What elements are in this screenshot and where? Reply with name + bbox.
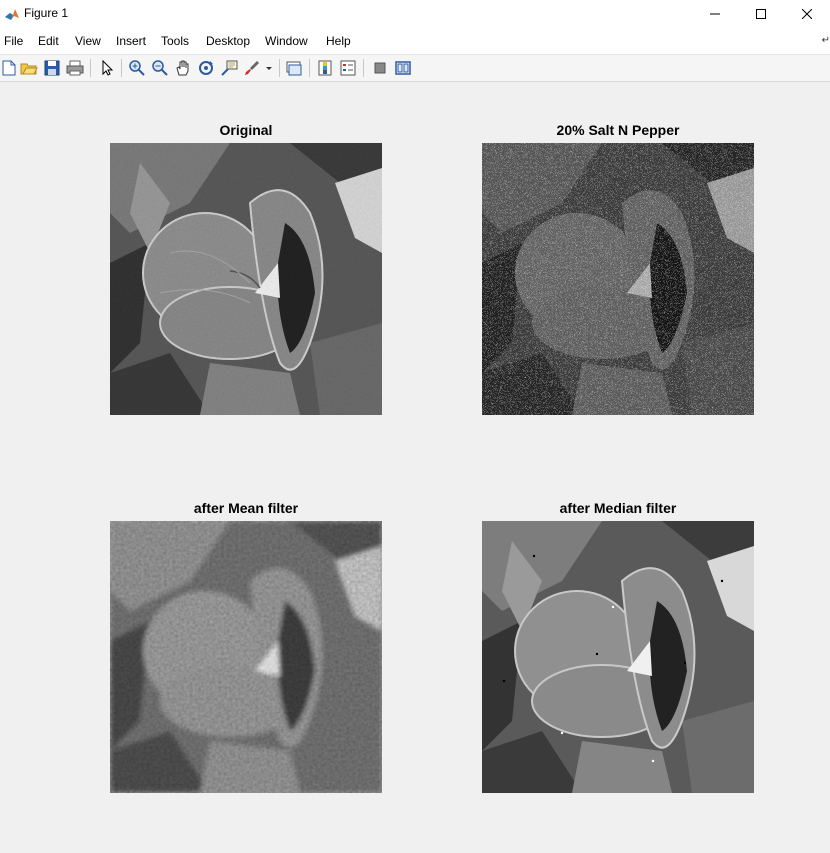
toolbar-separator [279,59,280,77]
save-icon[interactable] [43,59,61,77]
minimize-button[interactable] [692,0,738,28]
toolbar-separator [363,59,364,77]
menu-insert[interactable]: Insert [116,34,146,48]
window-title: Figure 1 [24,6,69,20]
image-original[interactable] [110,143,382,415]
subplot-title-original: Original [219,122,273,138]
image-salt-pepper[interactable] [482,143,754,415]
hide-plot-tools-icon[interactable] [371,59,389,77]
menu-window[interactable]: Window [265,34,308,48]
maximize-button[interactable] [738,0,784,28]
image-mean-filter[interactable] [110,521,382,793]
new-figure-icon[interactable] [0,59,18,77]
menu-file[interactable]: File [4,34,23,48]
image-median-filter[interactable] [482,521,754,793]
figure-canvas: Original 20% Salt N Pepper after Mean fi… [0,82,830,853]
print-icon[interactable] [66,59,84,77]
toolbar-separator [309,59,310,77]
zoom-out-icon[interactable] [151,59,169,77]
show-plot-tools-icon[interactable] [394,59,412,77]
brush-icon[interactable] [243,59,261,77]
menu-tools[interactable]: Tools [161,34,189,48]
close-button[interactable] [784,0,830,28]
subplot-title-mean-filter: after Mean filter [193,500,299,516]
data-cursor-icon[interactable] [220,59,238,77]
zoom-in-icon[interactable] [128,59,146,77]
menu-edit[interactable]: Edit [38,34,59,48]
toolbar-separator [121,59,122,77]
link-plot-icon[interactable] [285,59,303,77]
legend-icon[interactable] [339,59,357,77]
rotate-3d-icon[interactable] [197,59,215,77]
menu-desktop[interactable]: Desktop [206,34,250,48]
subplot-title-median-filter: after Median filter [559,500,677,516]
open-file-icon[interactable] [20,59,38,77]
subplot-title-salt-pepper: 20% Salt N Pepper [556,122,680,138]
menu-help[interactable]: Help [326,34,351,48]
menu-overflow-icon[interactable]: ↵ [822,35,830,46]
pan-icon[interactable] [174,59,192,77]
menu-bar: File Edit View Insert Tools Desktop Wind… [0,28,830,55]
figure-toolbar [0,55,830,82]
matlab-icon [4,6,20,22]
brush-dropdown-icon[interactable] [264,59,274,77]
window-titlebar: Figure 1 [0,0,830,28]
menu-view[interactable]: View [75,34,101,48]
colorbar-icon[interactable] [316,59,334,77]
toolbar-separator [90,59,91,77]
pointer-icon[interactable] [98,59,116,77]
